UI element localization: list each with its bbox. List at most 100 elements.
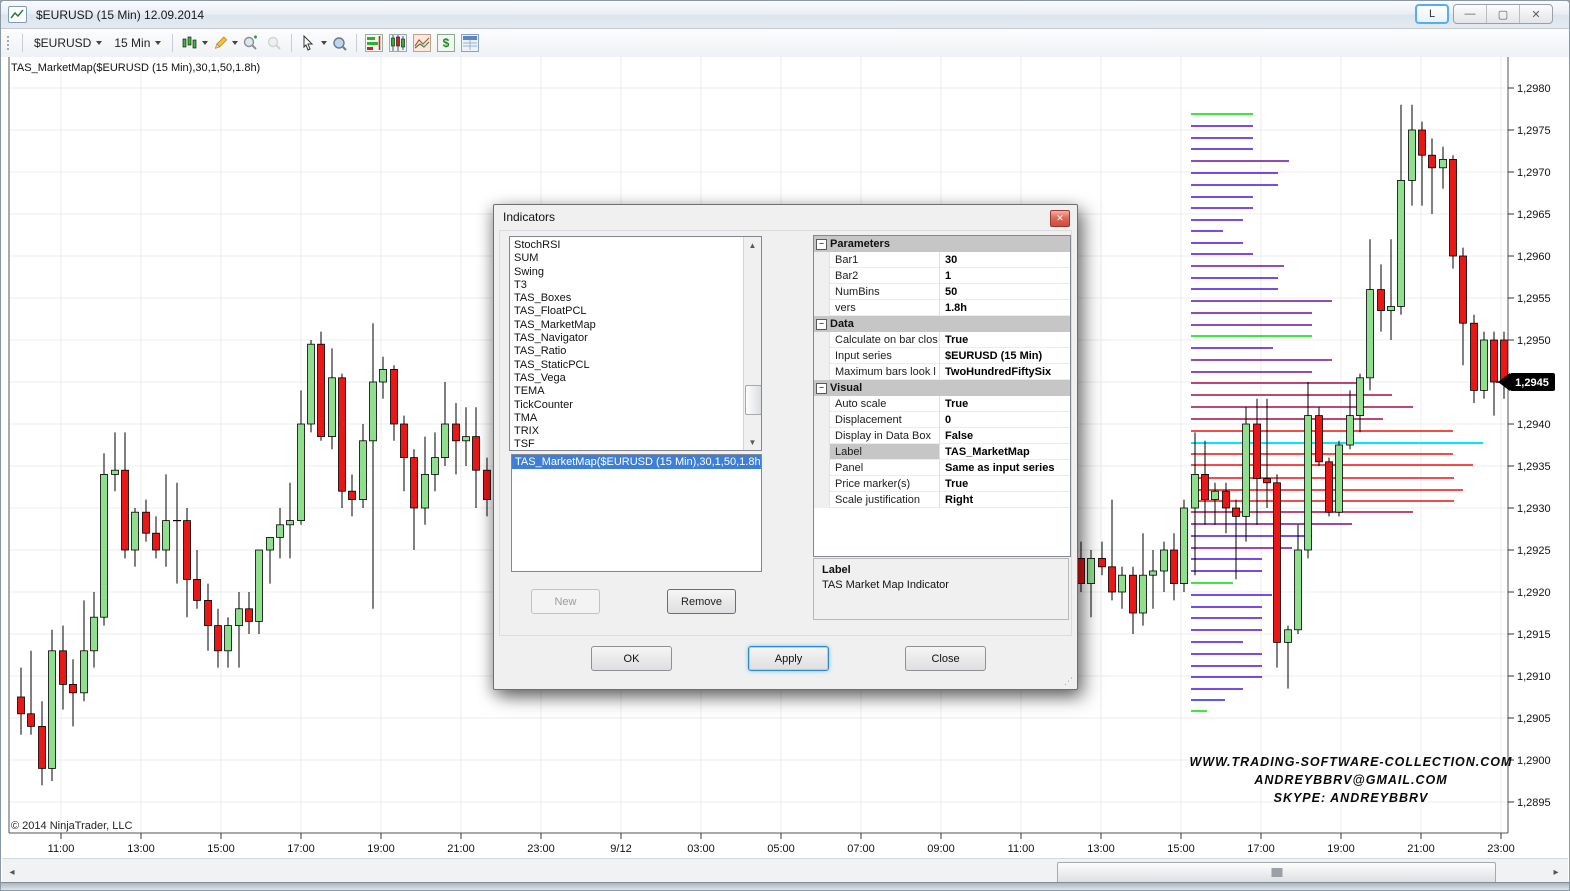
indicator-list-item[interactable]: StochRSI <box>510 239 744 252</box>
property-value[interactable]: Right <box>940 492 1070 508</box>
property-name[interactable]: Label <box>830 444 940 460</box>
property-row[interactable]: Scale justificationRight <box>814 492 1070 508</box>
link-button[interactable]: L <box>1415 4 1449 24</box>
ok-button[interactable]: OK <box>591 646 672 671</box>
cursor-icon[interactable] <box>299 33 319 53</box>
property-row[interactable]: LabelTAS_MarketMap <box>814 444 1070 460</box>
time-axis[interactable]: 11:0013:0015:0017:0019:0021:0023:009/120… <box>48 833 1515 855</box>
property-row[interactable]: Bar21 <box>814 268 1070 284</box>
indicator-list-scrollbar[interactable]: ▲ ▼ <box>743 237 761 450</box>
property-row[interactable]: Maximum bars look lTwoHundredFiftySix <box>814 364 1070 380</box>
indicator-list-item[interactable]: TMA <box>510 412 744 425</box>
candles-icon[interactable] <box>388 33 408 53</box>
property-row[interactable]: NumBins50 <box>814 284 1070 300</box>
property-row[interactable]: Calculate on bar closTrue <box>814 332 1070 348</box>
property-name[interactable]: Price marker(s) <box>830 476 940 492</box>
property-name[interactable]: Bar2 <box>830 268 940 284</box>
scroll-up-icon[interactable]: ▲ <box>745 237 760 253</box>
chevron-down-icon[interactable] <box>321 41 327 45</box>
indicator-list-item[interactable]: TAS_Boxes <box>510 292 744 305</box>
magnifier-icon[interactable] <box>329 33 349 53</box>
property-name[interactable]: Display in Data Box <box>830 428 940 444</box>
property-name[interactable]: Scale justification <box>830 492 940 508</box>
property-value[interactable]: Same as input series <box>940 460 1070 476</box>
property-category[interactable]: −Data <box>814 316 1070 332</box>
line-chart-icon[interactable] <box>412 33 432 53</box>
property-value[interactable]: True <box>940 476 1070 492</box>
property-value[interactable]: 0 <box>940 412 1070 428</box>
property-row[interactable]: Auto scaleTrue <box>814 396 1070 412</box>
collapse-icon[interactable]: − <box>816 239 827 250</box>
instrument-selector[interactable]: $EURUSD <box>28 32 108 54</box>
indicator-list-item[interactable]: TEMA <box>510 385 744 398</box>
property-value[interactable]: 50 <box>940 284 1070 300</box>
property-name[interactable]: Displacement <box>830 412 940 428</box>
indicator-list-item[interactable]: TRIX <box>510 425 744 438</box>
bars-icon[interactable] <box>364 33 384 53</box>
property-name[interactable]: Calculate on bar clos <box>830 332 940 348</box>
indicator-list-item[interactable]: TAS_Ratio <box>510 345 744 358</box>
indicator-list[interactable]: StochRSISUMSwingT3TAS_BoxesTAS_FloatPCL T… <box>509 236 762 451</box>
property-value[interactable]: TwoHundredFiftySix <box>940 364 1070 380</box>
indicator-list-item[interactable]: TAS_Vega <box>510 372 744 385</box>
selected-indicator-list[interactable]: TAS_MarketMap($EURUSD (15 Min),30,1,50,1… <box>511 454 762 572</box>
property-value[interactable]: 1 <box>940 268 1070 284</box>
close-icon[interactable]: ✕ <box>1519 5 1552 23</box>
interval-selector[interactable]: 15 Min <box>108 32 167 54</box>
property-name[interactable]: Panel <box>830 460 940 476</box>
property-name[interactable]: vers <box>830 300 940 316</box>
property-category[interactable]: −Parameters <box>814 236 1070 252</box>
indicator-list-item[interactable]: TAS_StaticPCL <box>510 359 744 372</box>
property-value[interactable]: $EURUSD (15 Min) <box>940 348 1070 364</box>
scrollbar-thumb[interactable] <box>745 385 762 415</box>
property-grid[interactable]: −ParametersBar130Bar21NumBins50vers1.8h−… <box>813 235 1071 557</box>
pencil-icon[interactable] <box>210 33 230 53</box>
property-row[interactable]: Price marker(s)True <box>814 476 1070 492</box>
property-name[interactable]: Auto scale <box>830 396 940 412</box>
property-row[interactable]: Bar130 <box>814 252 1070 268</box>
dollar-icon[interactable]: $ <box>436 33 456 53</box>
zoom-in-icon[interactable] <box>240 33 260 53</box>
chart-style-icon[interactable] <box>180 33 200 53</box>
indicator-list-item[interactable]: T3 <box>510 279 744 292</box>
chevron-down-icon[interactable] <box>232 41 238 45</box>
property-name[interactable]: Bar1 <box>830 252 940 268</box>
dialog-close-icon[interactable]: ✕ <box>1050 210 1070 227</box>
remove-button[interactable]: Remove <box>667 589 736 614</box>
property-row[interactable]: Displacement0 <box>814 412 1070 428</box>
indicator-list-item[interactable]: SUM <box>510 252 744 265</box>
indicator-list-item[interactable]: Swing <box>510 266 744 279</box>
zoom-out-icon[interactable] <box>264 33 284 53</box>
dialog-title-bar[interactable]: Indicators <box>494 205 1077 229</box>
selected-indicator-item[interactable]: TAS_MarketMap($EURUSD (15 Min),30,1,50,1… <box>512 455 761 469</box>
resize-grip-icon[interactable]: ⋰ <box>1064 676 1074 686</box>
property-name[interactable]: Maximum bars look l <box>830 364 940 380</box>
indicator-list-item[interactable]: TAS_FloatPCL <box>510 305 744 318</box>
scrollbar-thumb[interactable] <box>1057 862 1496 884</box>
property-row[interactable]: Display in Data BoxFalse <box>814 428 1070 444</box>
property-value[interactable]: TAS_MarketMap <box>940 444 1070 460</box>
property-category[interactable]: −Visual <box>814 380 1070 396</box>
toolbar-grip[interactable] <box>6 35 11 51</box>
collapse-icon[interactable]: − <box>816 383 827 394</box>
property-value[interactable]: False <box>940 428 1070 444</box>
property-value[interactable]: 30 <box>940 252 1070 268</box>
property-row[interactable]: PanelSame as input series <box>814 460 1070 476</box>
property-row[interactable]: Input series$EURUSD (15 Min) <box>814 348 1070 364</box>
indicator-list-item[interactable]: TickCounter <box>510 399 744 412</box>
property-name[interactable]: Input series <box>830 348 940 364</box>
chevron-down-icon[interactable] <box>202 41 208 45</box>
restore-icon[interactable]: ▢ <box>1486 5 1519 23</box>
property-row[interactable]: vers1.8h <box>814 300 1070 316</box>
indicator-list-item[interactable]: TSF <box>510 438 744 451</box>
scroll-right-icon[interactable]: ▸ <box>1548 863 1564 882</box>
close-button[interactable]: Close <box>905 646 986 671</box>
title-bar[interactable]: $EURUSD (15 Min) 12.09.2014 L — ▢ ✕ <box>1 1 1569 29</box>
scroll-down-icon[interactable]: ▼ <box>745 434 760 450</box>
apply-button[interactable]: Apply <box>748 646 829 671</box>
minimize-icon[interactable]: — <box>1454 5 1486 23</box>
price-axis[interactable]: 1,29801,29751,29701,29651,29601,29551,29… <box>1508 83 1551 809</box>
collapse-icon[interactable]: − <box>816 319 827 330</box>
property-value[interactable]: True <box>940 332 1070 348</box>
property-value[interactable]: 1.8h <box>940 300 1070 316</box>
